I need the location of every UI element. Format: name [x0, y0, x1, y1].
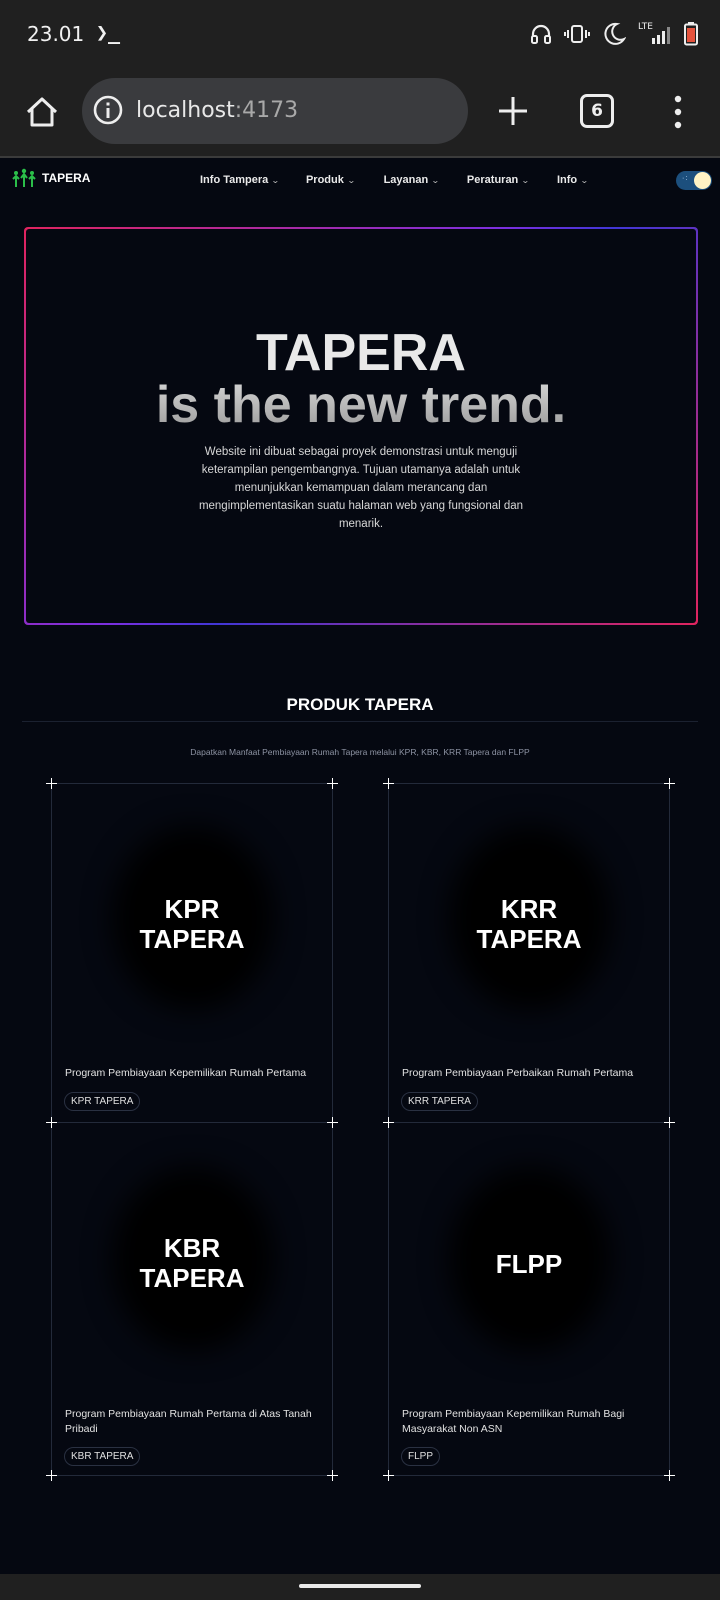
gesture-handle[interactable] — [299, 1584, 421, 1588]
nav-layanan[interactable]: Layanan ⌄ — [384, 174, 440, 186]
corner-plus-icon — [46, 778, 57, 789]
nav-produk[interactable]: Produk ⌄ — [306, 174, 356, 186]
hero-subtitle: is the new trend. — [26, 377, 696, 433]
card-title: KPR TAPERA — [139, 894, 245, 954]
corner-plus-icon — [383, 778, 394, 789]
url-text[interactable]: localhost:4173 — [136, 98, 298, 123]
chevron-down-icon: ⌄ — [346, 175, 356, 185]
card-tag[interactable]: KBR TAPERA — [64, 1447, 141, 1466]
chevron-down-icon: ⌄ — [431, 175, 440, 185]
url-host: localhost — [136, 98, 235, 123]
corner-plus-icon — [664, 1117, 675, 1128]
card-title: KBR TAPERA — [139, 1233, 245, 1293]
product-card-kpr[interactable]: KPR TAPERA Program Pembiayaan Kepemilika… — [51, 783, 333, 1123]
chevron-down-icon: ⌄ — [580, 175, 589, 185]
card-description: Program Pembiayaan Rumah Pertama di Atas… — [65, 1408, 312, 1435]
product-card-flpp[interactable]: FLPP Program Pembiayaan Kepemilikan Ruma… — [388, 1122, 670, 1476]
tapera-logo-icon — [12, 168, 36, 187]
corner-plus-icon — [664, 778, 675, 789]
corner-plus-icon — [46, 1117, 57, 1128]
card-description: Program Pembiayaan Perbaikan Rumah Perta… — [402, 1067, 634, 1079]
nav-info[interactable]: Info ⌄ — [557, 174, 589, 186]
moon-knob-icon — [694, 172, 711, 189]
corner-plus-icon — [383, 1117, 394, 1128]
new-tab-plus-icon[interactable] — [496, 94, 530, 128]
theme-toggle[interactable]: ·: — [676, 171, 712, 190]
card-tag[interactable]: KRR TAPERA — [401, 1092, 478, 1111]
corner-plus-icon — [46, 1470, 57, 1481]
do-not-disturb-moon-icon — [604, 22, 626, 45]
section-divider — [22, 721, 698, 722]
section-description: Dapatkan Manfaat Pembiayaan Rumah Tapera… — [190, 747, 530, 757]
status-icons: LTE — [530, 18, 698, 50]
terminal-icon: ❯_ — [96, 20, 121, 44]
corner-plus-icon — [327, 1117, 338, 1128]
nav-info-tampera[interactable]: Info Tampera ⌄ — [200, 174, 280, 186]
corner-plus-icon — [664, 1470, 675, 1481]
status-bar: 23.01 ❯_ LTE — [0, 0, 720, 70]
stars-icon: ·: — [682, 175, 689, 182]
address-bar[interactable]: localhost:4173 — [82, 78, 468, 144]
product-card-kbr[interactable]: KBR TAPERA Program Pembiayaan Rumah Pert… — [51, 1122, 333, 1476]
card-description: Program Pembiayaan Kepemilikan Rumah Per… — [65, 1067, 307, 1079]
logo-text: TAPERA — [42, 171, 91, 185]
url-port: :4173 — [234, 98, 299, 123]
browser-toolbar: localhost:4173 6 — [0, 70, 720, 158]
nav-peraturan[interactable]: Peraturan ⌄ — [467, 174, 530, 186]
overflow-menu-icon[interactable] — [668, 94, 688, 130]
chevron-down-icon: ⌄ — [521, 175, 530, 185]
section-title: PRODUK TAPERA — [286, 695, 434, 714]
corner-plus-icon — [327, 1470, 338, 1481]
logo[interactable]: TAPERA — [12, 168, 90, 188]
lte-signal-icon: LTE — [638, 22, 672, 46]
vibrate-icon — [564, 25, 590, 43]
site-navbar: TAPERA Info Tampera ⌄ Produk ⌄ Layanan ⌄ Pe… — [0, 160, 720, 204]
card-title: KRR TAPERA — [476, 894, 582, 954]
product-card-krr[interactable]: KRR TAPERA Program Pembiayaan Perbaikan … — [388, 783, 670, 1123]
home-icon[interactable] — [24, 94, 60, 130]
tab-switcher-button[interactable]: 6 — [580, 94, 614, 128]
hero-description: Website ini dibuat sebagai proyek demons… — [198, 446, 524, 530]
card-title: FLPP — [495, 1249, 563, 1279]
corner-plus-icon — [383, 1470, 394, 1481]
card-description: Program Pembiayaan Kepemilikan Rumah Bag… — [402, 1408, 625, 1435]
info-icon[interactable] — [92, 94, 124, 126]
nav-links: Info Tampera ⌄ Produk ⌄ Layanan ⌄ Peraturan… — [200, 174, 589, 186]
hero-title: TAPERA — [256, 324, 466, 382]
hero-banner: TAPERA is the new trend. Website ini dib… — [24, 227, 698, 625]
battery-low-icon — [684, 22, 698, 46]
card-tag[interactable]: KPR TAPERA — [64, 1092, 141, 1111]
corner-plus-icon — [327, 778, 338, 789]
chevron-down-icon: ⌄ — [271, 175, 280, 185]
card-tag[interactable]: FLPP — [401, 1447, 441, 1466]
navigation-gesture-area — [0, 1574, 720, 1600]
headphones-icon — [531, 24, 551, 44]
status-time: 23.01 — [27, 22, 85, 46]
